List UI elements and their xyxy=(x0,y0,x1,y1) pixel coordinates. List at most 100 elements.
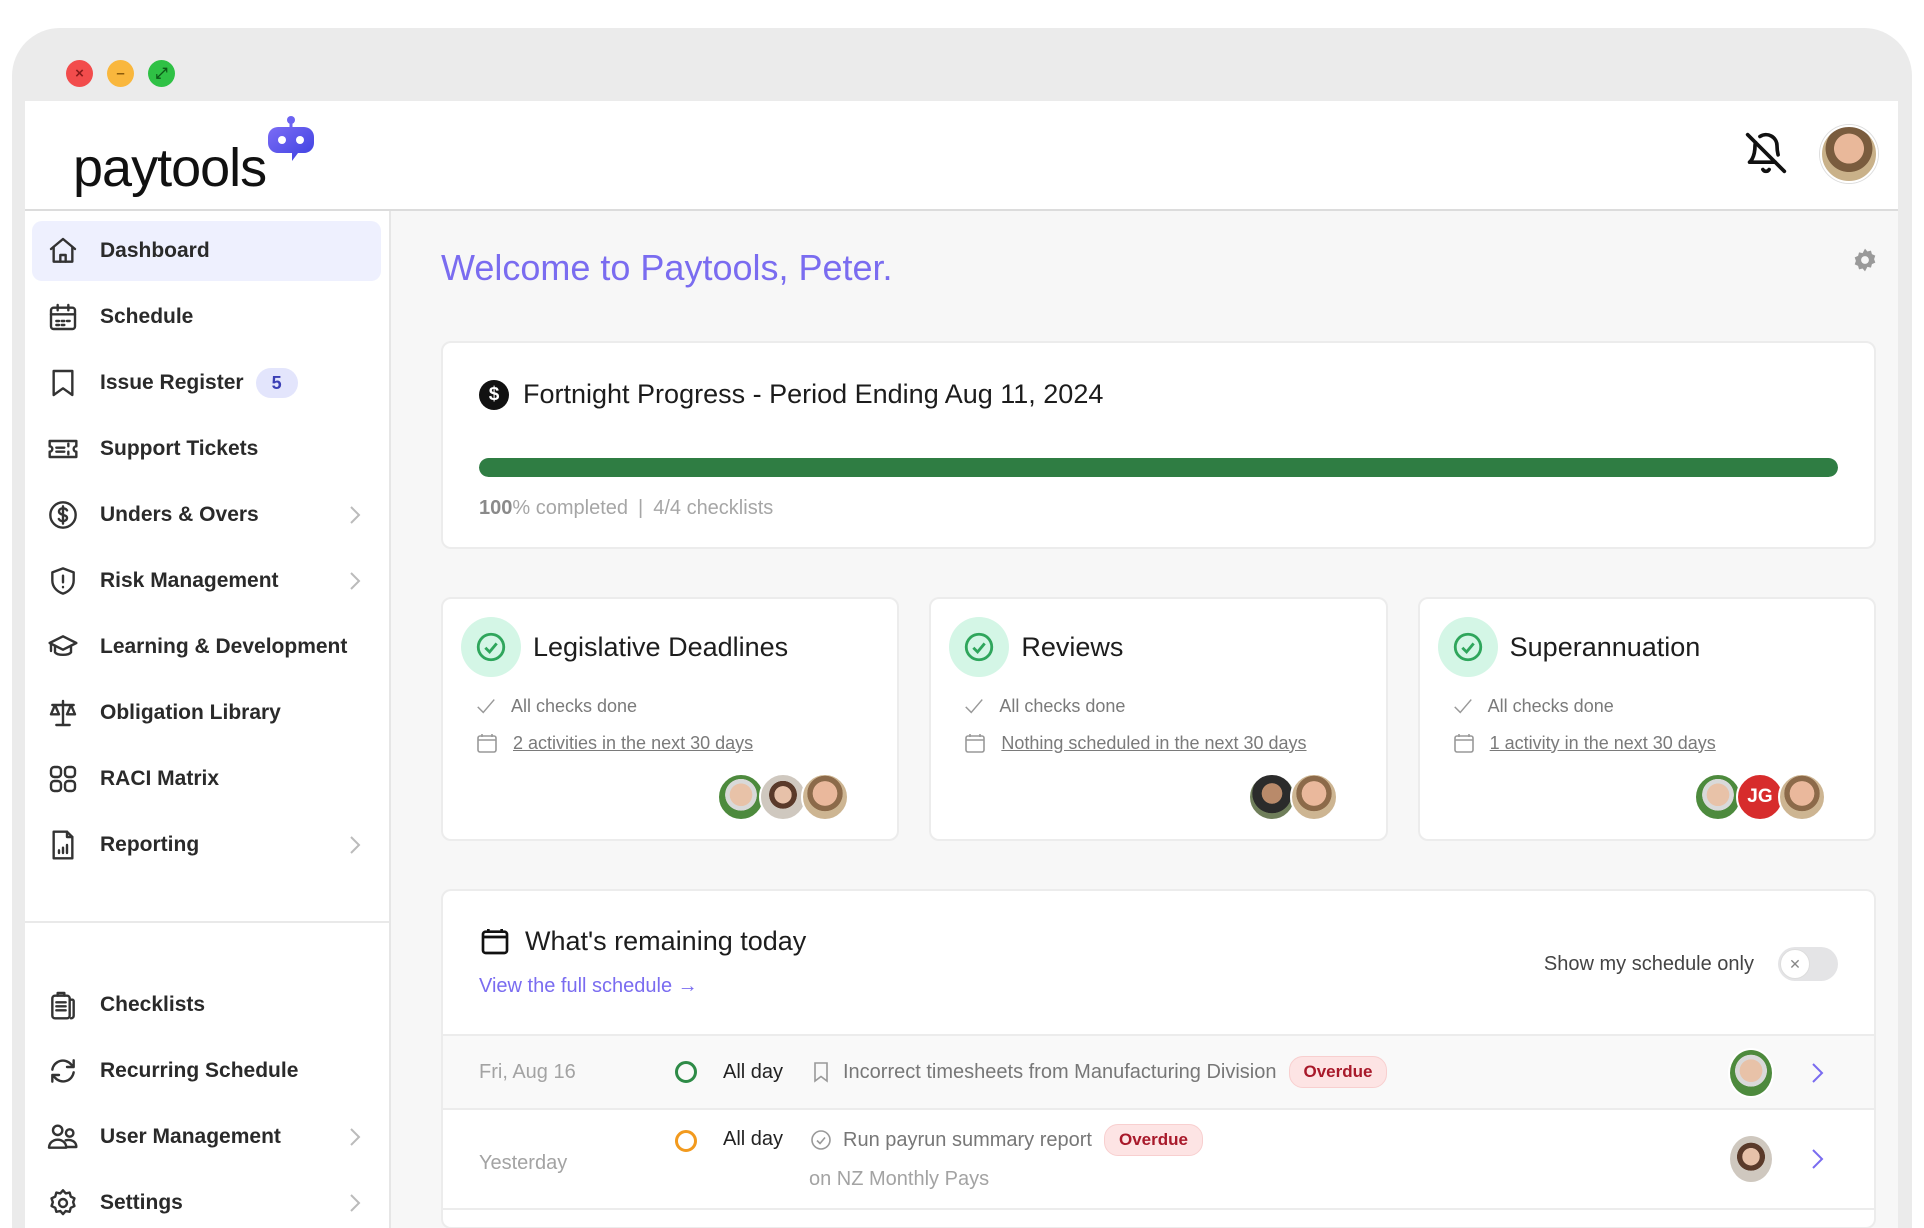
users-icon xyxy=(46,1120,80,1154)
avatar[interactable] xyxy=(1693,773,1742,821)
progress-completed-label: % completed xyxy=(512,497,628,519)
robot-chat-icon xyxy=(268,116,315,161)
report-chart-icon xyxy=(46,828,80,862)
summary-card-legislative-deadlines[interactable]: Legislative Deadlines All checks done 2 … xyxy=(441,597,900,841)
sidebar-item-unders-overs[interactable]: Unders & Overs xyxy=(32,485,381,545)
sidebar-item-risk-management[interactable]: Risk Management xyxy=(32,551,381,611)
sidebar-item-label: Issue Register xyxy=(100,371,244,394)
schedule-summary: Nothing scheduled in the next 30 days xyxy=(949,731,1367,755)
chevron-right-icon[interactable] xyxy=(1808,1060,1826,1086)
user-avatar[interactable] xyxy=(1820,125,1878,183)
gear-icon[interactable] xyxy=(1852,247,1878,273)
summary-card-header: Reviews xyxy=(949,617,1367,677)
avatar[interactable] xyxy=(717,773,766,821)
schedule-filter: Show my schedule only ✕ xyxy=(1544,947,1838,981)
checks-status-text: All checks done xyxy=(511,695,638,716)
summary-card-header: Legislative Deadlines xyxy=(461,617,879,677)
logo-text: paytools xyxy=(73,138,267,198)
avatar[interactable] xyxy=(801,773,850,821)
sidebar-item-issue-register[interactable]: Issue Register 5 xyxy=(32,353,381,413)
sidebar-item-support-tickets[interactable]: Support Tickets xyxy=(32,419,381,479)
checks-status: All checks done xyxy=(1438,695,1856,717)
maximize-window-button[interactable]: ⤢ xyxy=(148,60,175,87)
row-subtitle: on NZ Monthly Pays xyxy=(809,1168,990,1190)
sidebar-item-schedule[interactable]: Schedule xyxy=(32,287,381,347)
sidebar-item-label: Reporting xyxy=(100,833,200,856)
check-circle-icon xyxy=(1437,617,1498,677)
assignee-avatars xyxy=(1247,773,1338,821)
sidebar-item-label: Settings xyxy=(100,1191,183,1214)
row-title: Incorrect timesheets from Manufacturing … xyxy=(843,1060,1277,1083)
sidebar-item-label: Schedule xyxy=(100,305,194,328)
progress-separator: | xyxy=(638,497,644,519)
gear-icon xyxy=(46,1186,80,1220)
minimize-window-button[interactable]: – xyxy=(107,60,134,87)
close-window-button[interactable]: × xyxy=(66,60,93,87)
avatar[interactable] xyxy=(1777,773,1826,821)
issue-count-badge: 5 xyxy=(255,368,298,398)
chevron-right-icon xyxy=(350,1128,361,1146)
app-window: × – ⤢ paytools Dashboard Schedule Issue … xyxy=(12,28,1912,1228)
sidebar-item-obligation-library[interactable]: Obligation Library xyxy=(32,683,381,743)
progress-checklists: 4/4 checklists xyxy=(653,497,774,519)
row-title-line: Run payrun summary report Overdue xyxy=(809,1124,1874,1156)
sidebar-item-checklists[interactable]: Checklists xyxy=(32,975,381,1035)
sidebar: Dashboard Schedule Issue Register 5 Supp… xyxy=(25,211,391,1228)
bell-off-icon[interactable] xyxy=(1744,131,1788,175)
sidebar-item-label: Dashboard xyxy=(100,239,210,262)
schedule-link[interactable]: 2 activities in the next 30 days xyxy=(513,733,753,754)
chevron-right-icon xyxy=(350,572,361,590)
graduation-cap-icon xyxy=(46,630,80,664)
sidebar-item-label: Unders & Overs xyxy=(100,503,259,526)
checks-status: All checks done xyxy=(461,695,879,717)
schedule-row[interactable]: Fri, Aug 16 All day Incorrect timesheets… xyxy=(443,1036,1874,1110)
schedule-summary: 1 activity in the next 30 days xyxy=(1438,731,1856,755)
chevron-right-icon xyxy=(350,1194,361,1212)
calendar-icon xyxy=(965,734,986,753)
assignee-avatar[interactable] xyxy=(1728,1134,1774,1184)
schedule-row[interactable]: Yesterday All day Run payrun summary rep… xyxy=(443,1110,1874,1210)
schedule-link[interactable]: Nothing scheduled in the next 30 days xyxy=(1001,733,1306,754)
sidebar-item-dashboard[interactable]: Dashboard xyxy=(32,221,381,281)
schedule-link[interactable]: 1 activity in the next 30 days xyxy=(1490,733,1716,754)
row-title-line: Incorrect timesheets from Manufacturing … xyxy=(809,1056,1874,1088)
app-body: Dashboard Schedule Issue Register 5 Supp… xyxy=(25,211,1898,1228)
sidebar-item-recurring-schedule[interactable]: Recurring Schedule xyxy=(32,1041,381,1101)
sidebar-item-label: Learning & Development xyxy=(100,635,348,658)
avatar[interactable] xyxy=(1289,773,1338,821)
sidebar-item-label: Obligation Library xyxy=(100,701,281,724)
summary-card-header: Superannuation xyxy=(1437,617,1856,677)
sidebar-item-raci-matrix[interactable]: RACI Matrix xyxy=(32,749,381,809)
check-circle-icon xyxy=(811,1130,831,1150)
remaining-title: What's remaining today xyxy=(525,925,807,956)
summary-card-reviews[interactable]: Reviews All checks done Nothing schedule… xyxy=(929,597,1388,841)
whats-remaining-card: What's remaining today View the full sch… xyxy=(441,889,1876,1228)
toggle-off-icon: ✕ xyxy=(1780,949,1810,979)
logo[interactable]: paytools xyxy=(73,115,315,199)
ticket-icon xyxy=(46,432,80,466)
shield-alert-icon xyxy=(46,564,80,598)
view-full-schedule-link[interactable]: View the full schedule → xyxy=(479,975,698,998)
avatar[interactable] xyxy=(1247,773,1296,821)
bookmark-icon xyxy=(814,1062,828,1083)
fortnight-progress-card: $ Fortnight Progress - Period Ending Aug… xyxy=(441,341,1876,549)
sidebar-item-user-management[interactable]: User Management xyxy=(32,1107,381,1167)
check-circle-icon xyxy=(949,617,1010,677)
summary-card-superannuation[interactable]: Superannuation All checks done 1 activit… xyxy=(1417,597,1876,841)
calendar-icon xyxy=(481,929,509,955)
checkmark-icon xyxy=(477,699,495,714)
sidebar-item-learning-development[interactable]: Learning & Development xyxy=(32,617,381,677)
summary-card-title: Superannuation xyxy=(1509,631,1701,662)
sidebar-item-settings[interactable]: Settings xyxy=(32,1173,381,1228)
home-icon xyxy=(46,234,80,268)
page-title: Welcome to Paytools, Peter. xyxy=(441,247,893,288)
avatar[interactable] xyxy=(759,773,808,821)
sidebar-item-reporting[interactable]: Reporting xyxy=(32,815,381,875)
assignee-avatar[interactable] xyxy=(1728,1048,1774,1098)
calendar-icon xyxy=(477,734,497,753)
chevron-right-icon[interactable] xyxy=(1808,1146,1826,1172)
row-time: All day xyxy=(723,1060,784,1083)
avatar-initials[interactable]: JG xyxy=(1735,773,1784,821)
overdue-badge: Overdue xyxy=(1288,1056,1388,1088)
show-my-schedule-toggle[interactable]: ✕ xyxy=(1778,947,1838,981)
